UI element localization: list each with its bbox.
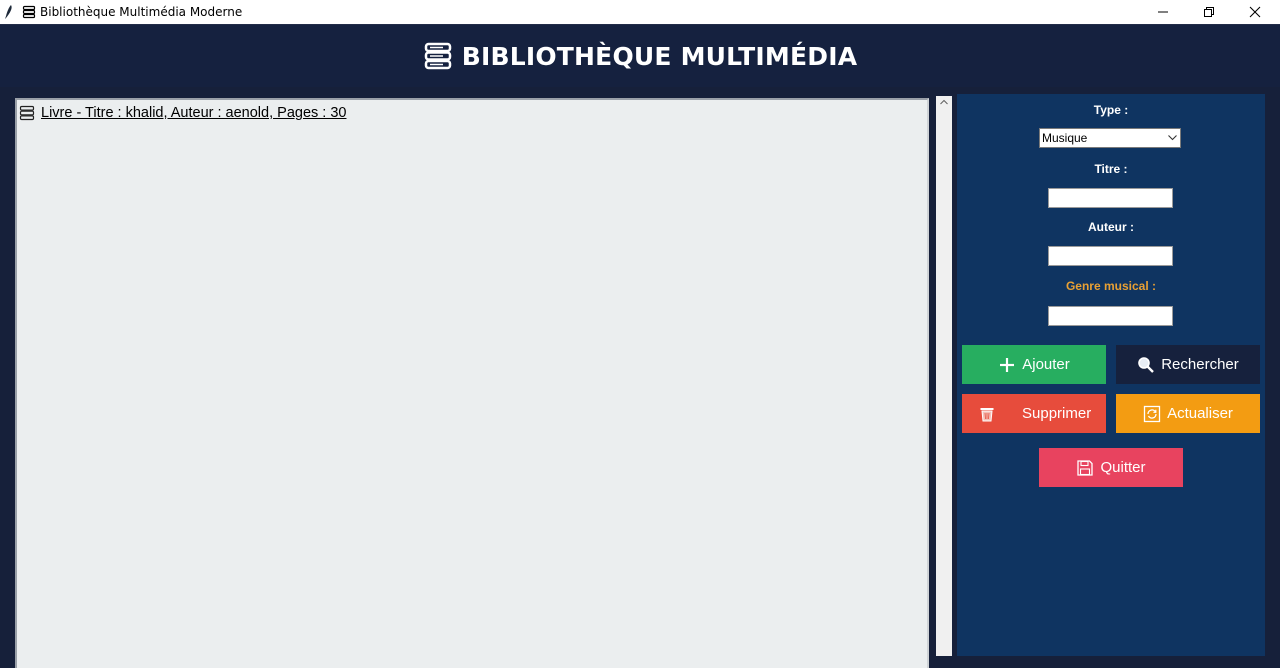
restore-icon: [1204, 7, 1214, 17]
list-item-label: Livre - Titre : khalid, Auteur : aenold,…: [41, 105, 347, 121]
genre-label: Genre musical :: [1065, 279, 1157, 293]
author-label: Auteur :: [1088, 220, 1134, 234]
search-button[interactable]: Rechercher: [1116, 345, 1260, 384]
quit-button[interactable]: Quitter: [1039, 448, 1183, 487]
type-select[interactable]: Musique: [1039, 128, 1181, 148]
chevron-up-icon[interactable]: [940, 99, 948, 105]
title-label: Titre :: [1094, 162, 1128, 176]
list-item[interactable]: Livre - Titre : khalid, Auteur : aenold,…: [19, 104, 346, 122]
books-icon: [22, 5, 36, 19]
plus-icon: [1000, 357, 1015, 372]
author-input[interactable]: [1048, 246, 1173, 266]
add-button-label: Ajouter: [1022, 356, 1070, 373]
quit-button-label: Quitter: [1100, 459, 1146, 476]
delete-button-label: Supprimer: [1022, 405, 1092, 422]
refresh-icon: [1143, 405, 1161, 422]
close-icon: [1249, 6, 1261, 18]
feather-icon: [5, 5, 12, 19]
refresh-button-label: Actualiser: [1167, 405, 1233, 422]
app-title: BIBLIOTHÈQUE MULTIMÉDIA: [461, 41, 858, 71]
type-label: Type :: [1093, 103, 1129, 117]
books-icon: [424, 42, 451, 70]
window-title: Bibliothèque Multimédia Moderne: [40, 5, 243, 19]
save-icon: [1077, 459, 1094, 476]
media-listbox[interactable]: Livre - Titre : khalid, Auteur : aenold,…: [15, 98, 929, 668]
delete-button[interactable]: Supprimer: [962, 394, 1106, 433]
search-button-label: Rechercher: [1161, 356, 1239, 373]
form-panel: Type : Musique Titre : Auteur : Genre mu…: [957, 94, 1265, 656]
refresh-button[interactable]: Actualiser: [1116, 394, 1260, 433]
minimize-button[interactable]: [1140, 0, 1186, 24]
minimize-icon: [1158, 11, 1168, 13]
genre-input[interactable]: [1048, 306, 1173, 326]
list-scrollbar[interactable]: [936, 96, 952, 656]
restore-button[interactable]: [1186, 0, 1232, 24]
type-select-value: Musique: [1042, 131, 1088, 145]
search-icon: [1138, 356, 1155, 373]
window-titlebar: Bibliothèque Multimédia Moderne: [0, 0, 1280, 24]
add-button[interactable]: Ajouter: [962, 345, 1106, 384]
title-input[interactable]: [1048, 188, 1173, 208]
chevron-down-icon: [1168, 135, 1177, 141]
books-icon: [19, 105, 35, 121]
close-button[interactable]: [1232, 0, 1278, 24]
trash-icon: [980, 407, 994, 421]
app-header: BIBLIOTHÈQUE MULTIMÉDIA: [0, 24, 1280, 87]
